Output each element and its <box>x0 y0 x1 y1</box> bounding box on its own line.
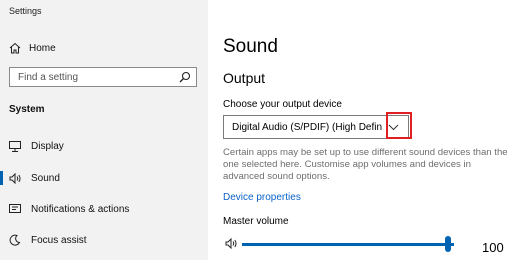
master-volume-value: 100 <box>482 240 504 255</box>
master-volume-label: Master volume <box>223 216 289 227</box>
notification-icon <box>9 203 31 215</box>
sidebar-item-focus-assist[interactable]: Focus assist <box>0 228 208 252</box>
sidebar-item-label: Display <box>31 140 64 152</box>
volume-speaker-icon[interactable] <box>225 236 238 254</box>
speaker-icon <box>9 172 31 184</box>
device-properties-link[interactable]: Device properties <box>223 192 301 203</box>
output-device-value: Digital Audio (S/PDIF) (High Definiti... <box>232 122 382 133</box>
main-content: Sound Output Choose your output device D… <box>208 0 517 260</box>
search-box[interactable] <box>9 67 197 87</box>
highlight-box <box>386 112 412 139</box>
output-heading: Output <box>223 70 266 86</box>
output-device-dropdown[interactable]: Digital Audio (S/PDIF) (High Definiti... <box>223 115 409 139</box>
sidebar-item-label: Notifications & actions <box>31 203 130 215</box>
home-icon <box>9 42 21 54</box>
sidebar: Settings Home System Display Sound Notif… <box>0 0 208 260</box>
app-title: Settings <box>9 6 42 16</box>
sidebar-item-sound[interactable]: Sound <box>0 166 208 190</box>
output-device-label: Choose your output device <box>223 99 342 110</box>
sidebar-item-label: Focus assist <box>31 234 87 246</box>
section-title: System <box>9 104 45 115</box>
sidebar-item-display[interactable]: Display <box>0 134 208 158</box>
search-input[interactable] <box>10 68 178 86</box>
moon-icon <box>9 234 31 246</box>
page-title: Sound <box>223 36 278 57</box>
output-description: Certain apps may be set up to use differ… <box>223 147 508 182</box>
master-volume-slider-thumb[interactable] <box>445 236 451 252</box>
home-label: Home <box>29 42 56 54</box>
master-volume-slider[interactable] <box>242 243 454 246</box>
monitor-icon <box>9 140 31 152</box>
search-icon[interactable] <box>179 71 191 83</box>
home-button[interactable]: Home <box>9 40 56 56</box>
sidebar-item-label: Sound <box>31 172 60 184</box>
sidebar-item-notifications[interactable]: Notifications & actions <box>0 197 208 221</box>
